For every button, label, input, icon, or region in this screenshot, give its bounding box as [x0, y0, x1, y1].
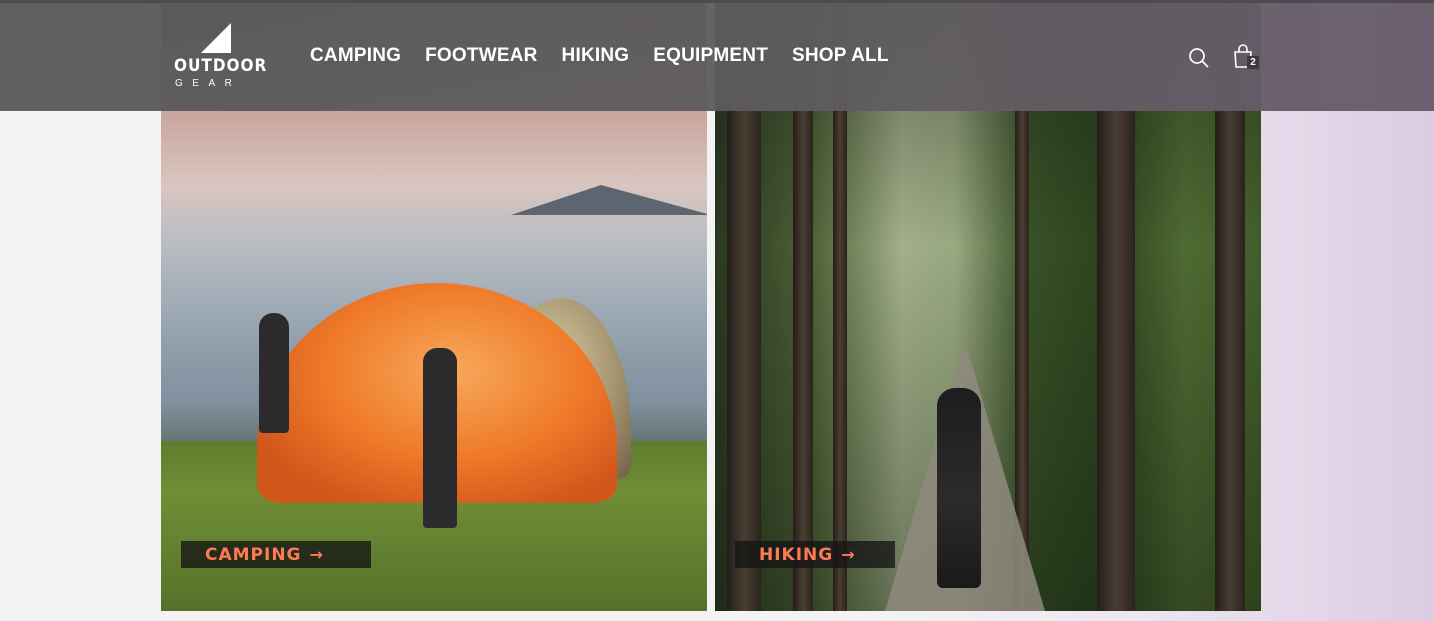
main-nav: CAMPING FOOTWEAR HIKING EQUIPMENT SHOP A… [310, 45, 889, 67]
cart-count-badge: 2 [1247, 56, 1259, 69]
brand-logo[interactable]: OUTDOOR GEAR [174, 23, 268, 93]
nav-item-hiking[interactable]: HIKING [562, 45, 630, 67]
camper-left [259, 313, 289, 433]
logo-wordmark: OUTDOOR [174, 56, 268, 76]
logo-subtitle: GEAR [175, 78, 242, 89]
camping-link[interactable]: CAMPING → [181, 541, 371, 568]
logo-triangle-icon [201, 23, 231, 53]
camper-right [423, 348, 457, 528]
nav-item-equipment[interactable]: EQUIPMENT [653, 45, 768, 67]
camping-link-label: CAMPING [205, 544, 302, 565]
cart-icon[interactable]: 2 [1232, 43, 1259, 71]
nav-item-footwear[interactable]: FOOTWEAR [425, 45, 537, 67]
nav-item-camping[interactable]: CAMPING [310, 45, 401, 67]
arrow-right-icon: → [841, 545, 855, 564]
nav-item-shop-all[interactable]: SHOP ALL [792, 45, 889, 67]
site-header: OUTDOOR GEAR CAMPING FOOTWEAR HIKING EQU… [0, 3, 1434, 111]
arrow-right-icon: → [309, 545, 323, 564]
search-icon[interactable] [1188, 47, 1210, 69]
hiking-link-label: HIKING [759, 544, 834, 565]
hiking-link[interactable]: HIKING → [735, 541, 895, 568]
distant-mountain [511, 185, 707, 215]
hiker [937, 388, 981, 588]
